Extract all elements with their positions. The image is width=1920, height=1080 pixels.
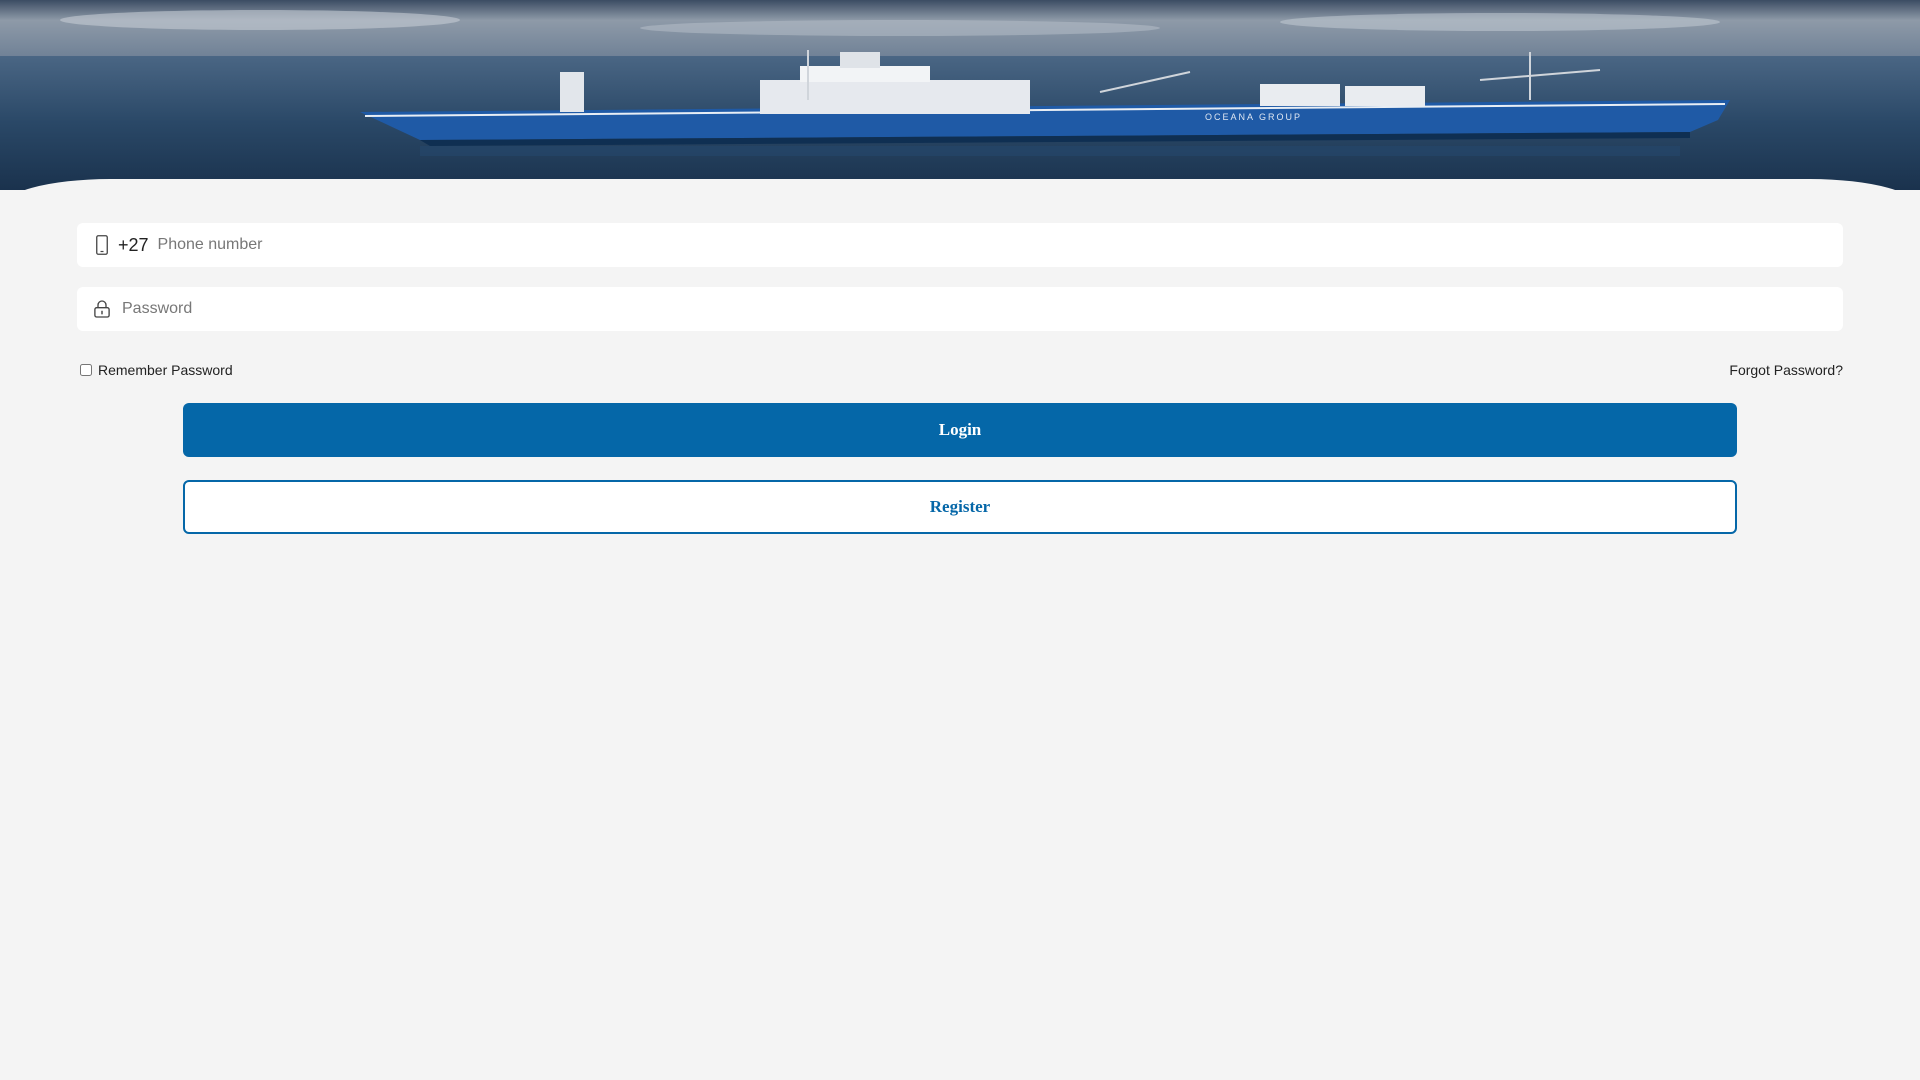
phone-field[interactable]: +27: [77, 223, 1843, 267]
remember-password-checkbox[interactable]: [80, 364, 92, 376]
remember-password[interactable]: Remember Password: [80, 362, 233, 378]
phone-input[interactable]: [157, 223, 1843, 267]
password-field[interactable]: [77, 287, 1843, 331]
banner-image: OCEANA GROUP: [0, 0, 1920, 190]
remember-password-label: Remember Password: [98, 362, 233, 378]
login-button[interactable]: Login: [183, 403, 1737, 457]
lock-icon: [94, 298, 110, 320]
country-code: +27: [118, 234, 149, 255]
login-page: OCEANA GROUP +27 Remember Pass: [0, 0, 1920, 1080]
forgot-password-link[interactable]: Forgot Password?: [1729, 362, 1843, 378]
mobile-phone-icon: [94, 234, 110, 256]
ship-name-text: OCEANA GROUP: [1205, 112, 1302, 122]
banner-curve: [0, 179, 1920, 190]
ship-illustration: OCEANA GROUP: [0, 0, 1920, 190]
register-button[interactable]: Register: [183, 480, 1737, 534]
password-input[interactable]: [122, 287, 1843, 331]
